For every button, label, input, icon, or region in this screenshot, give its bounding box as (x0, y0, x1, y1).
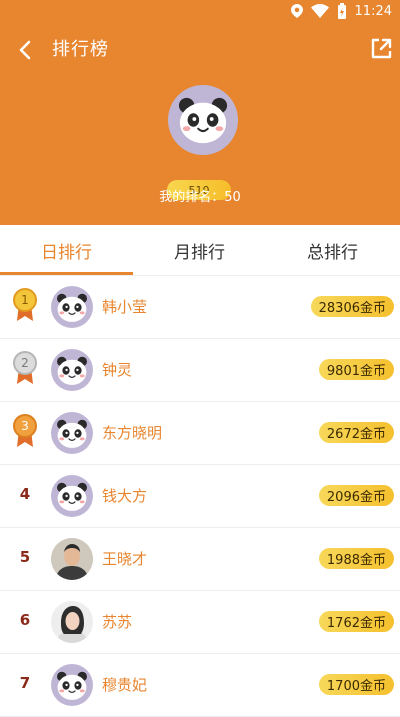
tab-daily[interactable]: 日排行 (0, 225, 133, 275)
ranking-row[interactable]: 2 钟灵 9801金币 (0, 339, 400, 402)
coins-badge: 1762金币 (318, 611, 394, 632)
rank-number: 7 (19, 674, 31, 692)
avatar (51, 286, 93, 328)
header: 排行榜 510 我的排名：50 (0, 22, 400, 225)
avatar (51, 349, 93, 391)
tab-total[interactable]: 总排行 (266, 225, 399, 275)
wifi-icon (310, 4, 329, 18)
panda-avatar-icon (57, 482, 87, 511)
coins-badge: 9801金币 (318, 359, 394, 380)
user-name: 韩小莹 (102, 298, 148, 316)
coins-badge: 2096金币 (318, 485, 394, 506)
status-icons: 11:24 (290, 2, 392, 20)
avatar (51, 664, 93, 706)
gold-medal-icon: 1 (13, 288, 37, 322)
status-bar: 11:24 (0, 0, 400, 22)
ranking-list: 1 韩小莹 28306金币 2 钟灵 9801金币 3 东方晓明 2672金币 … (0, 276, 400, 717)
person-photo-icon (51, 601, 93, 643)
avatar-photo (51, 538, 93, 580)
tab-monthly[interactable]: 月排行 (133, 225, 266, 275)
user-name: 苏苏 (102, 613, 133, 631)
my-avatar[interactable] (168, 85, 238, 155)
battery-icon (337, 3, 346, 19)
ranking-row[interactable]: 1 韩小莹 28306金币 (0, 276, 400, 339)
bronze-medal-icon: 3 (13, 414, 37, 448)
person-photo-icon (51, 538, 93, 580)
coins-badge: 1700金币 (318, 674, 394, 695)
avatar (51, 475, 93, 517)
silver-medal-icon: 2 (13, 351, 37, 385)
panda-avatar-icon (178, 97, 228, 144)
rank-number: 6 (19, 611, 31, 629)
back-arrow-icon (19, 40, 31, 60)
location-icon (290, 4, 303, 18)
panda-avatar-icon (57, 356, 87, 385)
share-icon (371, 38, 392, 59)
page-title: 排行榜 (52, 39, 109, 60)
avatar (51, 412, 93, 454)
user-name: 王晓才 (102, 550, 148, 568)
ranking-row[interactable]: 3 东方晓明 2672金币 (0, 402, 400, 465)
user-name: 东方晓明 (102, 424, 163, 442)
panda-avatar-icon (57, 293, 87, 322)
status-time: 11:24 (354, 3, 392, 19)
medal-number: 2 (21, 356, 29, 370)
ranking-tabs: 日排行 月排行 总排行 (0, 225, 400, 276)
avatar-photo (51, 601, 93, 643)
user-name: 钱大方 (102, 487, 148, 505)
coins-badge: 28306金币 (310, 296, 394, 317)
user-name: 钟灵 (102, 361, 133, 379)
coins-badge: 2672金币 (318, 422, 394, 443)
ranking-row[interactable]: 4 钱大方 2096金币 (0, 465, 400, 528)
my-rank-label: 我的排名：50 (159, 190, 241, 205)
active-tab-indicator (0, 272, 133, 275)
back-button[interactable] (14, 38, 38, 62)
ranking-row[interactable]: 5 王晓才 1988金币 (0, 528, 400, 591)
panda-avatar-icon (57, 419, 87, 448)
panda-avatar-icon (57, 671, 87, 700)
ranking-row[interactable]: 7 穆贵妃 1700金币 (0, 654, 400, 717)
ranking-row[interactable]: 6 苏苏 1762金币 (0, 591, 400, 654)
rank-number: 4 (19, 485, 31, 503)
coins-badge: 1988金币 (318, 548, 394, 569)
rank-number: 5 (19, 548, 31, 566)
medal-number: 1 (21, 293, 29, 307)
user-name: 穆贵妃 (102, 676, 148, 694)
share-button[interactable] (368, 36, 394, 62)
medal-number: 3 (21, 419, 29, 433)
